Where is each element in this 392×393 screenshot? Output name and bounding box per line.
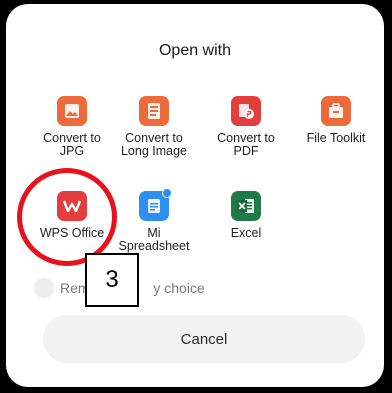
app-label-line2: PDF <box>233 144 259 158</box>
toolbox-icon <box>321 96 351 126</box>
app-convert-to-long-image[interactable]: Convert to Long Image <box>108 96 200 158</box>
app-convert-to-jpg[interactable]: Convert to JPG <box>26 96 118 158</box>
app-file-toolkit[interactable]: File Toolkit <box>290 96 382 145</box>
app-mi-spreadsheet[interactable]: Mi Spreadsheet <box>108 188 200 253</box>
app-label: Excel <box>230 226 262 240</box>
pdf-icon <box>231 96 261 126</box>
badge-icon <box>162 188 172 198</box>
wps-office-icon <box>57 191 87 221</box>
app-wps-office[interactable]: WPS Office <box>26 191 118 240</box>
app-label: File Toolkit <box>306 131 366 145</box>
remember-choice-label-end: y choice <box>153 280 205 296</box>
app-label-line2: Long Image <box>120 144 188 158</box>
app-label-line2: JPG <box>59 144 85 158</box>
image-icon <box>57 96 87 126</box>
app-convert-to-pdf[interactable]: Convert to PDF <box>200 96 292 158</box>
cancel-button[interactable]: Cancel <box>43 315 365 363</box>
app-label-line2: Spreadsheet <box>118 239 190 253</box>
dialog-title: Open with <box>158 42 232 59</box>
remember-choice-radio[interactable] <box>34 278 54 298</box>
app-label: WPS Office <box>39 226 105 240</box>
app-excel[interactable]: Excel <box>200 191 292 240</box>
spreadsheet-icon <box>139 188 172 221</box>
step-number-box: 3 <box>85 253 139 307</box>
open-with-dialog: Open with Convert to JPG Convert to Long… <box>6 4 384 387</box>
document-icon <box>139 96 169 126</box>
excel-icon <box>231 191 261 221</box>
